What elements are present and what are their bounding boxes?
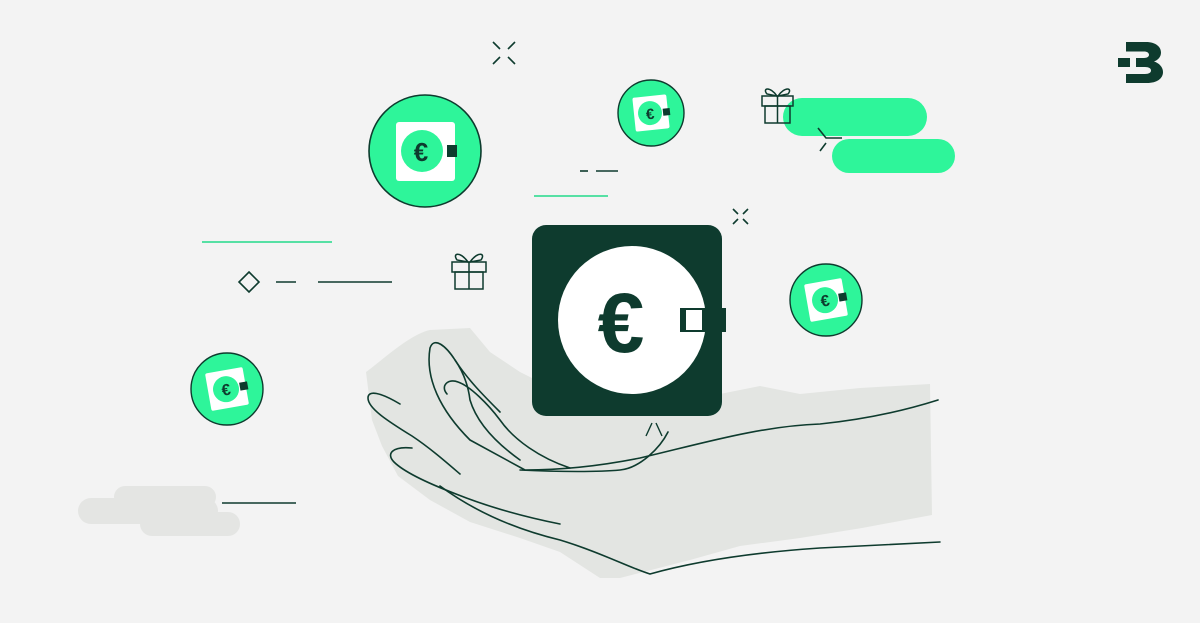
euro-coin-icon: € <box>789 263 863 337</box>
euro-coin-icon: € <box>190 352 264 426</box>
diamond-icon <box>237 270 261 294</box>
hand-with-euro-illustration: € € € € € <box>78 41 955 578</box>
sparkle-icon <box>492 41 516 65</box>
euro-coin-icon: € <box>368 94 482 208</box>
euro-wallet-icon: € <box>532 225 726 416</box>
euro-coin-icon: € <box>617 79 685 147</box>
sparkle-icon <box>732 208 749 225</box>
grey-cloud-shape <box>78 486 296 536</box>
gift-icon <box>451 253 487 290</box>
euro-symbol: € <box>598 276 645 370</box>
green-cloud-shape <box>783 98 955 173</box>
coin-euro-symbol: € <box>414 137 428 167</box>
illustration-canvas: € € € € € <box>0 0 1200 623</box>
bitpanda-b-logo-icon <box>1118 42 1163 83</box>
